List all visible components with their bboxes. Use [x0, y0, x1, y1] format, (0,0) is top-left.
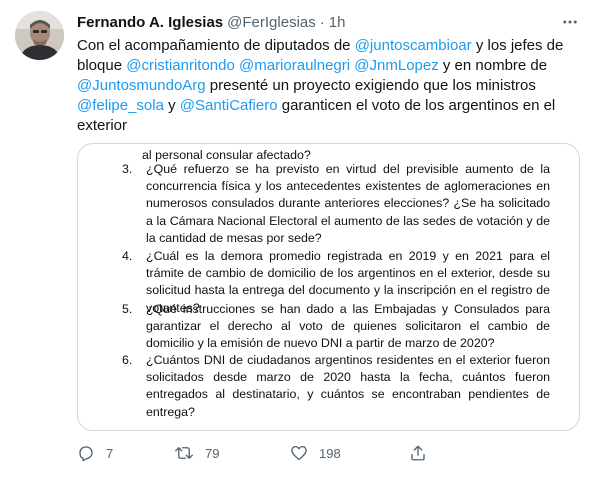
reply-count: 7 — [106, 445, 114, 461]
tweet-text-segment: y en nombre de — [438, 57, 548, 74]
reply-icon — [79, 446, 93, 462]
mention-link[interactable]: @JuntosmundoArg — [77, 77, 206, 94]
separator-dot: · — [319, 13, 325, 31]
mention-link[interactable]: @cristianritondo — [126, 57, 235, 74]
question-number: 3. — [122, 162, 133, 176]
tweet-text: Con el acompañamiento de diputados de @j… — [77, 36, 582, 136]
heart-icon — [291, 445, 307, 461]
document-page: al personal consular afectado? 3. ¿Qué re… — [78, 144, 579, 430]
reply-button[interactable]: 7 — [77, 444, 113, 462]
more-horizontal-icon[interactable] — [560, 12, 580, 32]
tweet-header: Fernando A. Iglesias @FerIglesias · 1h — [77, 12, 345, 32]
like-button[interactable]: 198 — [290, 444, 341, 462]
share-icon — [411, 445, 425, 461]
mention-link[interactable]: @SantiCafiero — [180, 97, 278, 114]
question-text: ¿Qué instrucciones se han dado a las Emb… — [146, 302, 550, 351]
cropped-text-line — [148, 143, 568, 144]
author-handle[interactable]: @FerIglesias — [227, 14, 316, 31]
tweet-text-segment: Con el acompañamiento de diputados de — [77, 37, 355, 54]
retweet-icon — [175, 447, 193, 459]
mention-link[interactable]: @JnmLopez — [354, 57, 438, 74]
tweet-timestamp[interactable]: 1h — [329, 14, 346, 31]
retweet-count: 79 — [205, 445, 220, 461]
question-number: 6. — [122, 353, 133, 367]
retweet-button[interactable]: 79 — [174, 444, 219, 462]
tweet-text-segment: y — [163, 97, 180, 114]
mention-link[interactable]: @juntoscambioar — [355, 37, 472, 54]
attached-image[interactable]: al personal consular afectado? 3. ¿Qué re… — [77, 143, 580, 431]
author-name[interactable]: Fernando A. Iglesias — [77, 14, 223, 31]
question-text: ¿Cuántos DNI de ciudadanos argentinos re… — [146, 353, 550, 419]
share-button[interactable] — [409, 444, 427, 462]
tweet[interactable]: Fernando A. Iglesias @FerIglesias · 1h C… — [0, 0, 601, 481]
question-text: ¿Qué refuerzo se ha previsto en virtud d… — [146, 162, 550, 245]
mention-link[interactable]: @marioraulnegri — [239, 57, 350, 74]
like-count: 198 — [319, 445, 341, 461]
question-number: 5. — [122, 302, 133, 316]
avatar-photo — [15, 11, 64, 60]
question-number: 4. — [122, 249, 133, 263]
avatar[interactable] — [15, 11, 64, 60]
tweet-text-segment: presenté un proyecto exigiendo que los m… — [205, 77, 536, 94]
mention-link[interactable]: @felipe_sola — [77, 97, 164, 114]
